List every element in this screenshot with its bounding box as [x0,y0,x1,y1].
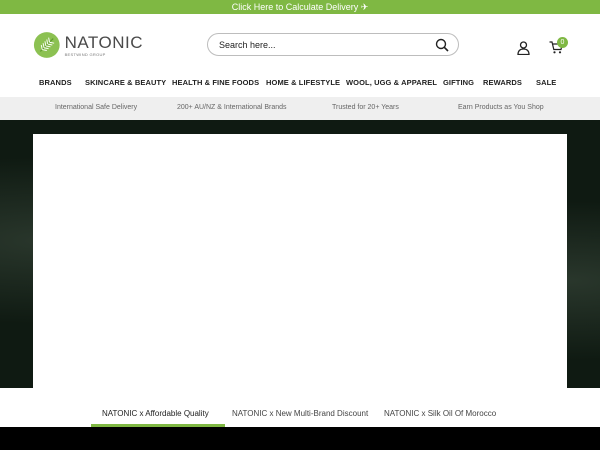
brand-name: NATONIC [64,32,143,52]
cart-count-badge: 0 [557,37,568,48]
nav-item-gifting[interactable]: GIFTING [443,78,474,87]
trust-item-delivery: International Safe Delivery [55,104,138,111]
promo-tabs: NATONIC x Affordable Quality NATONIC x N… [0,388,600,427]
brand-logo[interactable]: NATONIC BESTWIND GROUP [33,30,143,60]
tab-affordable-quality[interactable]: NATONIC x Affordable Quality [102,409,209,418]
hero-slide-image[interactable] [33,134,567,388]
brand-tagline: BESTWIND GROUP [64,51,106,57]
trust-item-rewards: Earn Products as You Shop [458,104,544,111]
trust-bar: International Safe Delivery 200+ AU/NZ &… [0,97,600,120]
trust-item-years: Trusted for 20+ Years [332,104,399,111]
tab-multi-brand-discount[interactable]: NATONIC x New Multi-Brand Discount [232,409,368,418]
hero-banner [0,120,600,388]
search-box[interactable] [207,33,459,56]
main-navigation: BRANDS SKINCARE & BEAUTY HEALTH & FINE F… [0,76,600,96]
nav-item-sale[interactable]: SALE [536,78,556,87]
delivery-banner-text[interactable]: Click Here to Calculate Delivery ✈ [232,2,369,12]
search-input[interactable] [219,37,419,52]
user-account-icon[interactable] [517,41,530,55]
nav-item-skincare-beauty[interactable]: SKINCARE & BEAUTY [85,78,166,87]
delivery-calculator-banner[interactable]: Click Here to Calculate Delivery ✈ [0,0,600,14]
tab-silk-oil-of-morocco[interactable]: NATONIC x Silk Oil Of Morocco [384,409,496,418]
nav-item-brands[interactable]: BRANDS [39,78,72,87]
nav-item-rewards[interactable]: REWARDS [483,78,522,87]
nav-item-wool-ugg-apparel[interactable]: WOOL, UGG & APPAREL [346,78,437,87]
nav-item-health-fine-foods[interactable]: HEALTH & FINE FOODS [172,78,259,87]
site-header: NATONIC BESTWIND GROUP 0 [0,14,600,76]
nav-item-home-lifestyle[interactable]: HOME & LIFESTYLE [266,78,340,87]
bottom-section [0,427,600,450]
leaf-logo-icon [33,32,60,58]
trust-item-brands: 200+ AU/NZ & International Brands [177,104,287,111]
search-icon[interactable] [435,38,449,52]
